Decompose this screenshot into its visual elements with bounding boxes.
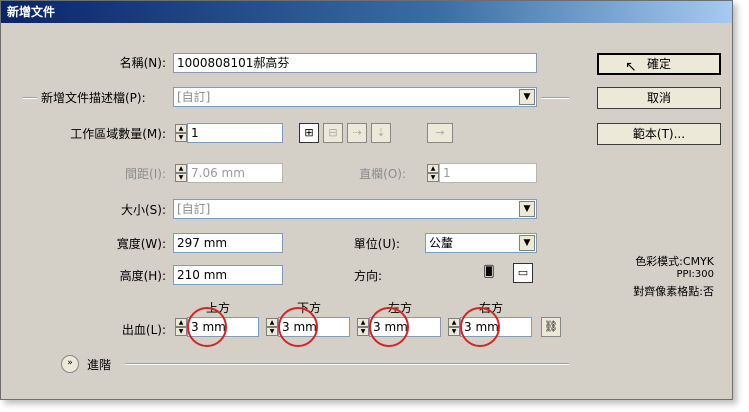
name-input[interactable]: 1000808101郝高芬 xyxy=(173,53,537,73)
height-label: 高度(H): xyxy=(119,269,166,283)
size-select[interactable]: [自訂] ▼ xyxy=(173,199,537,219)
cancel-button[interactable]: 取消 xyxy=(597,87,721,109)
arrange-column-icon[interactable]: ⇣ xyxy=(371,123,391,143)
chevron-down-icon[interactable]: ▼ xyxy=(519,235,535,251)
grid-by-column-icon[interactable]: ⊟ xyxy=(323,123,343,143)
spacing-input: 7.06 mm xyxy=(187,163,283,183)
advanced-divider xyxy=(125,363,569,365)
orientation-label: 方向: xyxy=(353,269,382,283)
chevron-down-icon[interactable]: ▼ xyxy=(519,89,535,105)
bleed-top-stepper[interactable]: ▲ ▼ xyxy=(175,318,187,336)
landscape-icon[interactable]: ▭ xyxy=(513,263,533,283)
profile-label: 新增文件描述檔(P): xyxy=(41,91,146,105)
width-label: 寬度(W): xyxy=(116,237,166,251)
bleed-right-stepper[interactable]: ▲ ▼ xyxy=(448,318,460,336)
chevron-down-icon[interactable]: ▼ xyxy=(519,201,535,217)
portrait-icon[interactable]: 🂠 xyxy=(479,263,499,283)
chain-link-icon[interactable]: ⛓ xyxy=(541,317,561,337)
units-select[interactable]: 公釐 ▼ xyxy=(425,233,537,253)
color-mode-info: 色彩模式:CMYK xyxy=(635,255,714,268)
spacing-label: 間距(I): xyxy=(125,167,166,181)
group-border-left xyxy=(23,97,37,99)
size-value: [自訂] xyxy=(177,202,211,216)
arrow-right-icon[interactable]: → xyxy=(427,123,453,143)
new-document-dialog: 新增文件 名稱(N): 1000808101郝高芬 新增文件描述檔(P): [自… xyxy=(0,0,733,400)
annotation-circle xyxy=(278,307,318,347)
artboards-label: 工作區域數量(M): xyxy=(70,127,166,141)
bleed-left-stepper[interactable]: ▲ ▼ xyxy=(357,318,369,336)
bleed-bottom-stepper[interactable]: ▲ ▼ xyxy=(266,318,278,336)
advanced-label[interactable]: 進階 xyxy=(87,356,111,373)
ok-label: 確定 xyxy=(646,57,671,71)
name-label: 名稱(N): xyxy=(119,56,166,70)
templates-button[interactable]: 範本(T)... xyxy=(597,123,721,145)
size-label: 大小(S): xyxy=(120,203,166,217)
artboards-stepper[interactable]: ▲ ▼ xyxy=(175,124,187,142)
profile-select[interactable]: [自訂] ▼ xyxy=(173,87,537,107)
align-pixel-info: 對齊像素格點:否 xyxy=(633,285,714,298)
group-border-right xyxy=(541,97,569,99)
width-input[interactable]: 297 mm xyxy=(173,233,283,253)
annotation-circle xyxy=(187,307,227,347)
arrange-row-icon[interactable]: ⇢ xyxy=(347,123,367,143)
height-input[interactable]: 210 mm xyxy=(173,265,283,285)
double-chevron-icon[interactable]: » xyxy=(61,355,79,373)
annotation-circle xyxy=(369,307,409,347)
grid-icon[interactable]: ⊞ xyxy=(299,123,319,143)
units-value: 公釐 xyxy=(429,236,454,250)
ok-button[interactable]: 確定 xyxy=(597,53,721,75)
annotation-circle xyxy=(460,307,500,347)
bleed-label: 出血(L): xyxy=(121,323,166,337)
columns-input: 1 xyxy=(439,163,537,183)
mouse-cursor-icon: ↖ xyxy=(625,59,637,75)
columns-label: 直欄(O): xyxy=(359,167,406,181)
spacing-stepper: ▲ ▼ xyxy=(175,164,187,182)
dialog-title: 新增文件 xyxy=(1,1,732,23)
artboards-input[interactable]: 1 xyxy=(187,123,283,143)
ppi-info: PPI:300 xyxy=(676,269,714,280)
columns-stepper: ▲ ▼ xyxy=(427,164,439,182)
profile-value: [自訂] xyxy=(177,90,211,104)
units-label: 單位(U): xyxy=(353,237,400,251)
